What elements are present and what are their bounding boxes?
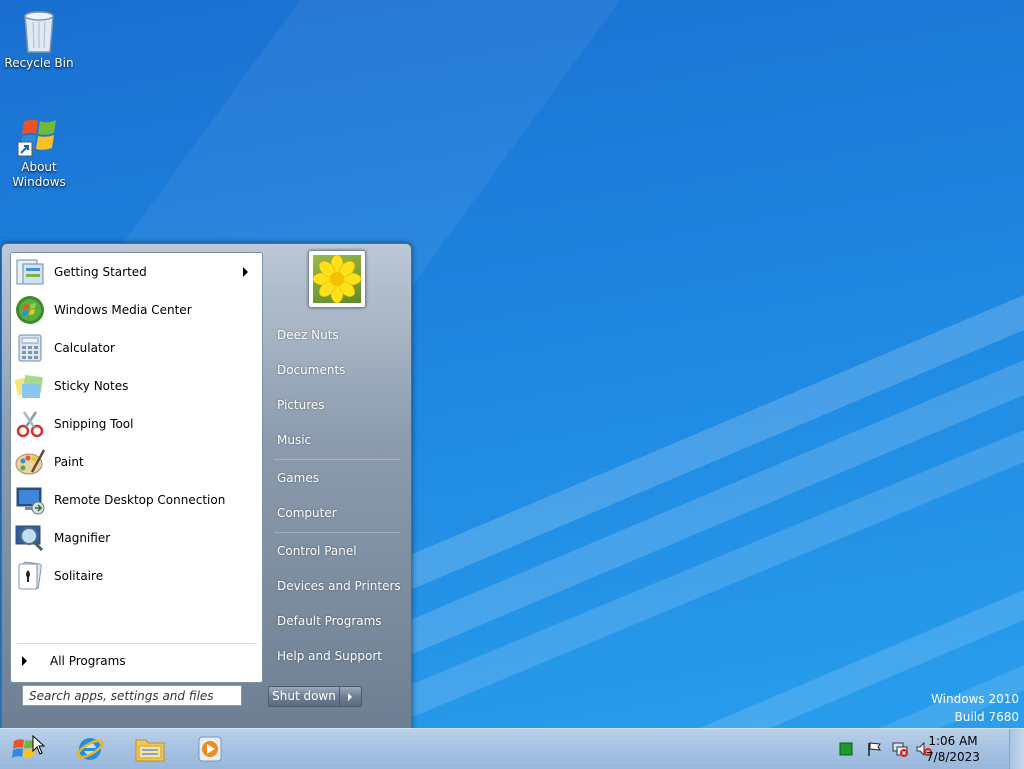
submenu-arrow-icon	[243, 267, 248, 277]
start-menu: Getting Started Windows Media Center Cal…	[1, 243, 412, 730]
taskbar-media-player[interactable]	[186, 731, 234, 767]
network-error-icon[interactable]	[892, 741, 908, 757]
internet-explorer-icon	[76, 738, 104, 760]
taskbar: 1:06 AM 7/8/2023	[0, 728, 1024, 769]
show-desktop-button[interactable]	[1009, 729, 1024, 769]
program-label: Sticky Notes	[54, 379, 129, 393]
taskbar-internet-explorer[interactable]	[66, 731, 114, 767]
start-link-pictures[interactable]: Pictures	[269, 390, 409, 420]
program-snipping-tool[interactable]: Snipping Tool	[14, 407, 258, 441]
program-label: Remote Desktop Connection	[54, 493, 226, 507]
program-getting-started[interactable]: Getting Started	[14, 255, 258, 289]
program-label: Calculator	[54, 341, 115, 355]
start-link-devices-and-printers[interactable]: Devices and Printers	[269, 571, 409, 601]
start-link-games[interactable]: Games	[269, 463, 409, 493]
scissors-icon	[16, 411, 44, 438]
start-link-documents[interactable]: Documents	[269, 355, 409, 385]
desktop-icon-about-windows[interactable]: About Windows	[0, 112, 78, 190]
clock-date: 7/8/2023	[926, 750, 980, 764]
windows-flag-icon	[17, 119, 56, 157]
folder-icon	[135, 739, 165, 762]
shutdown-button[interactable]: Shut down	[268, 686, 340, 707]
program-label: Solitaire	[54, 569, 104, 583]
mouse-cursor-icon	[32, 735, 46, 755]
action-center-flag-icon[interactable]	[866, 741, 882, 757]
all-programs-button[interactable]: All Programs	[19, 649, 259, 673]
program-label: Paint	[54, 455, 84, 469]
watermark-line-2: Build 7680	[954, 710, 1019, 724]
desktop-icon-label: Recycle Bin	[4, 56, 74, 70]
desktop-icon-label: About Windows	[12, 160, 66, 189]
start-link-music[interactable]: Music	[269, 425, 409, 455]
program-calculator[interactable]: Calculator	[14, 331, 258, 365]
system-clock[interactable]: 1:06 AM 7/8/2023	[918, 733, 988, 765]
right-pane-separator	[274, 532, 400, 534]
desktop-icon-recycle-bin[interactable]: Recycle Bin	[0, 8, 78, 71]
all-programs-label: All Programs	[50, 654, 126, 668]
start-link-help-and-support[interactable]: Help and Support	[269, 641, 409, 671]
all-programs-arrow-icon	[22, 656, 27, 666]
getting-started-icon	[16, 259, 44, 285]
start-link-user[interactable]: Deez Nuts	[269, 320, 409, 350]
shutdown-options-arrow[interactable]	[340, 686, 362, 707]
program-paint[interactable]: Paint	[14, 445, 258, 479]
paint-palette-icon	[15, 449, 46, 475]
programs-separator	[17, 643, 257, 644]
program-remote-desktop-connection[interactable]: Remote Desktop Connection	[14, 483, 258, 517]
user-avatar[interactable]	[308, 250, 366, 308]
start-button[interactable]	[0, 731, 48, 767]
program-magnifier[interactable]: Magnifier	[14, 521, 258, 555]
start-search-input[interactable]	[22, 685, 242, 706]
watermark-line-1: Windows 2010	[931, 692, 1019, 706]
start-menu-programs-pane: Getting Started Windows Media Center Cal…	[10, 252, 263, 683]
flower-avatar-icon	[313, 255, 361, 303]
clock-time: 1:06 AM	[928, 734, 978, 748]
program-label: Windows Media Center	[54, 303, 192, 317]
right-pane-separator	[274, 459, 400, 461]
program-label: Getting Started	[54, 265, 147, 279]
media-player-icon	[198, 736, 222, 762]
sticky-notes-icon	[14, 374, 44, 398]
program-windows-media-center[interactable]: Windows Media Center	[14, 293, 258, 327]
taskbar-windows-explorer[interactable]	[126, 731, 174, 767]
build-watermark: Windows 2010 Build 7680	[931, 690, 1019, 726]
green-square-icon[interactable]	[838, 741, 854, 757]
media-center-icon	[16, 296, 44, 324]
magnifier-icon	[15, 525, 44, 552]
program-label: Magnifier	[54, 531, 111, 545]
program-solitaire[interactable]: Solitaire	[14, 559, 258, 593]
solitaire-card-icon	[18, 561, 42, 590]
start-link-default-programs[interactable]: Default Programs	[269, 606, 409, 636]
start-link-computer[interactable]: Computer	[269, 498, 409, 528]
start-link-control-panel[interactable]: Control Panel	[269, 536, 409, 566]
program-sticky-notes[interactable]: Sticky Notes	[14, 369, 258, 403]
calculator-icon	[18, 334, 42, 362]
remote-desktop-icon	[16, 487, 45, 515]
recycle-bin-icon	[24, 11, 54, 53]
program-label: Snipping Tool	[54, 417, 134, 431]
